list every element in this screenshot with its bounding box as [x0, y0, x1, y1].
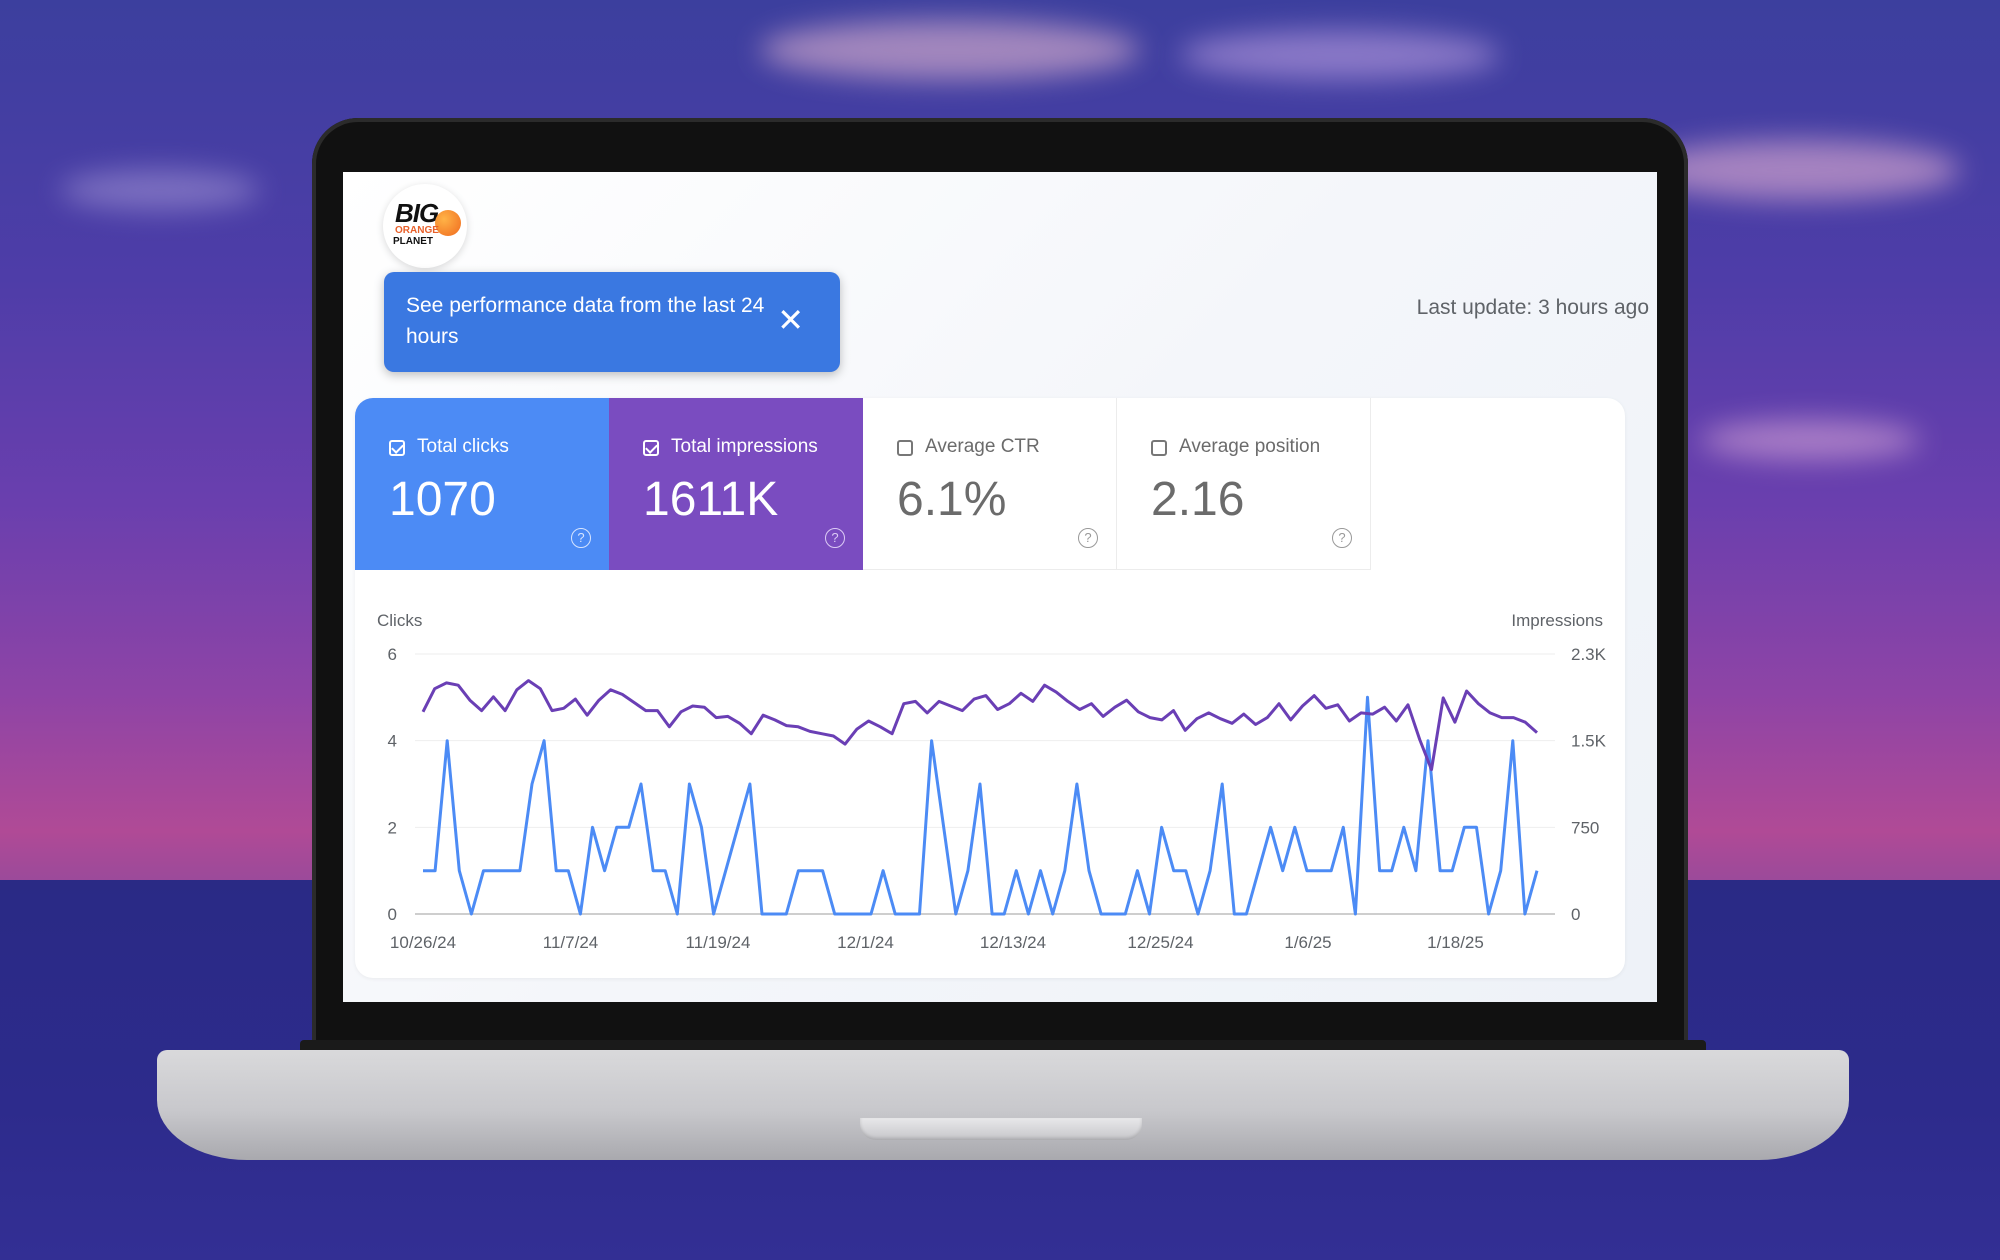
laptop-base	[157, 1050, 1849, 1160]
help-circle-icon[interactable]: ?	[1078, 528, 1098, 548]
notification-banner: See performance data from the last 24 ho…	[384, 272, 840, 372]
performance-chart[interactable]: Clicks Impressions 0 2 4 6 0 750 1.5K 2.3K 10/…	[355, 598, 1625, 968]
metric-label: Total impressions	[671, 436, 818, 457]
y-left-tick-label: 0	[388, 905, 397, 924]
background-cloud	[1700, 420, 1920, 460]
y-right-tick-label: 2.3K	[1571, 645, 1607, 664]
y-left-tick-label: 6	[388, 645, 397, 664]
background-cloud	[760, 20, 1140, 80]
x-tick-label: 1/18/25	[1427, 933, 1484, 952]
help-circle-icon[interactable]: ?	[1332, 528, 1352, 548]
logo-text-planet: PLANET	[393, 236, 433, 247]
y-axis-left-title: Clicks	[377, 611, 422, 630]
banner-text: See performance data from the last 24 ho…	[406, 294, 765, 348]
background-cloud	[1180, 30, 1500, 80]
background-cloud	[1640, 140, 1960, 200]
y-right-tick-label: 0	[1571, 905, 1580, 924]
x-tick-label: 12/1/24	[837, 933, 894, 952]
x-tick-label: 12/13/24	[980, 933, 1046, 952]
laptop-notch	[860, 1118, 1142, 1140]
metric-value: 1611K	[643, 473, 779, 526]
close-icon[interactable]: ✕	[777, 304, 804, 336]
background-cloud	[60, 170, 260, 210]
help-circle-icon[interactable]: ?	[825, 528, 845, 548]
y-right-tick-label: 1.5K	[1571, 732, 1607, 751]
metric-label: Average position	[1179, 436, 1321, 457]
performance-panel: Total clicks 1070 ? Total impressions 16…	[355, 398, 1625, 978]
logo-text-orange: ORANGE	[395, 225, 439, 236]
x-tick-label: 12/25/24	[1127, 933, 1193, 952]
x-tick-label: 11/7/24	[543, 933, 598, 952]
metric-value: 6.1%	[897, 473, 1007, 526]
brand-logo[interactable]: BIG ORANGE PLANET	[383, 184, 467, 268]
last-update-text: Last update: 3 hours ago	[1416, 296, 1649, 319]
help-circle-icon[interactable]: ?	[571, 528, 591, 548]
y-axis-right-title: Impressions	[1511, 611, 1603, 630]
x-tick-label: 11/19/24	[686, 933, 751, 952]
laptop-screen: BIG ORANGE PLANET See performance data f…	[343, 172, 1657, 1002]
metric-value: 2.16	[1151, 473, 1245, 526]
x-tick-label: 1/6/25	[1284, 933, 1331, 952]
x-tick-label: 10/26/24	[390, 933, 456, 952]
y-left-tick-label: 4	[388, 732, 397, 751]
metric-card-total-clicks[interactable]: Total clicks 1070 ?	[355, 398, 609, 570]
y-right-tick-label: 750	[1571, 818, 1599, 837]
metric-label: Average CTR	[925, 436, 1040, 457]
metric-card-average-ctr[interactable]: Average CTR 6.1% ?	[863, 398, 1117, 570]
metric-card-total-impressions[interactable]: Total impressions 1611K ?	[609, 398, 863, 570]
metric-label: Total clicks	[417, 436, 509, 457]
metric-value: 1070	[389, 473, 496, 526]
series-line-clicks[interactable]	[423, 695, 1539, 916]
metric-card-average-position[interactable]: Average position 2.16 ?	[1117, 398, 1371, 570]
y-left-tick-label: 2	[388, 818, 397, 837]
